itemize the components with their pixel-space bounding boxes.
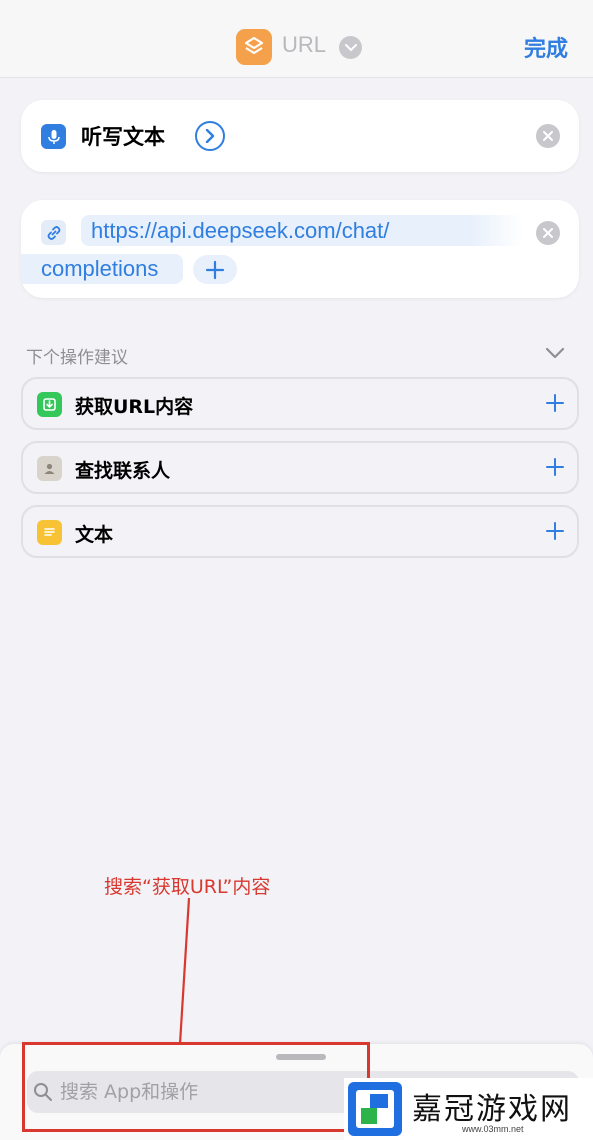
watermark-text: 嘉冠游戏网 — [412, 1092, 572, 1127]
remove-action-icon[interactable] — [536, 124, 560, 148]
suggestion-find-contacts[interactable]: 查找联系人 — [21, 441, 579, 494]
plus-icon[interactable] — [545, 521, 565, 541]
suggestion-get-url-contents[interactable]: 获取URL内容 — [21, 377, 579, 430]
watermark-url: www.03mm.net — [462, 1124, 524, 1134]
link-icon — [41, 220, 66, 245]
plus-icon[interactable] — [545, 457, 565, 477]
suggestion-label: 查找联系人 — [75, 460, 171, 482]
done-button[interactable]: 完成 — [524, 31, 568, 63]
shortcuts-icon[interactable] — [236, 29, 272, 65]
url-value-line-2[interactable]: completions — [41, 256, 158, 282]
watermark-logo-icon — [348, 1082, 402, 1136]
remove-action-icon[interactable] — [536, 221, 560, 245]
url-value-line-1[interactable]: https://api.deepseek.com/chat/ — [91, 218, 389, 244]
microphone-icon — [41, 124, 66, 149]
chevron-right-icon[interactable] — [195, 121, 225, 151]
action-title: 听写文本 — [81, 125, 165, 149]
suggestion-label: 获取URL内容 — [75, 396, 194, 418]
action-card-dictate-text[interactable]: 听写文本 — [21, 100, 579, 172]
suggestion-text[interactable]: 文本 — [21, 505, 579, 558]
annotation-text: 搜索“获取URL”内容 — [104, 876, 271, 898]
add-variable-button[interactable] — [193, 255, 237, 284]
download-icon — [37, 392, 62, 417]
top-bar: URL 完成 — [0, 0, 593, 78]
action-card-url[interactable]: https://api.deepseek.com/chat/ completio… — [21, 200, 579, 298]
contacts-icon — [37, 456, 62, 481]
plus-icon — [205, 260, 225, 279]
plus-icon[interactable] — [545, 393, 565, 413]
suggestions-header: 下个操作建议 — [26, 348, 128, 368]
chevron-down-icon[interactable] — [339, 36, 362, 59]
search-icon — [34, 1083, 52, 1101]
text-doc-icon — [37, 520, 62, 545]
sheet-grabber[interactable] — [276, 1054, 326, 1060]
search-input[interactable] — [60, 1076, 340, 1108]
shortcut-title[interactable]: URL — [282, 32, 326, 58]
suggestion-label: 文本 — [75, 524, 114, 546]
chevron-down-icon[interactable] — [545, 346, 565, 360]
